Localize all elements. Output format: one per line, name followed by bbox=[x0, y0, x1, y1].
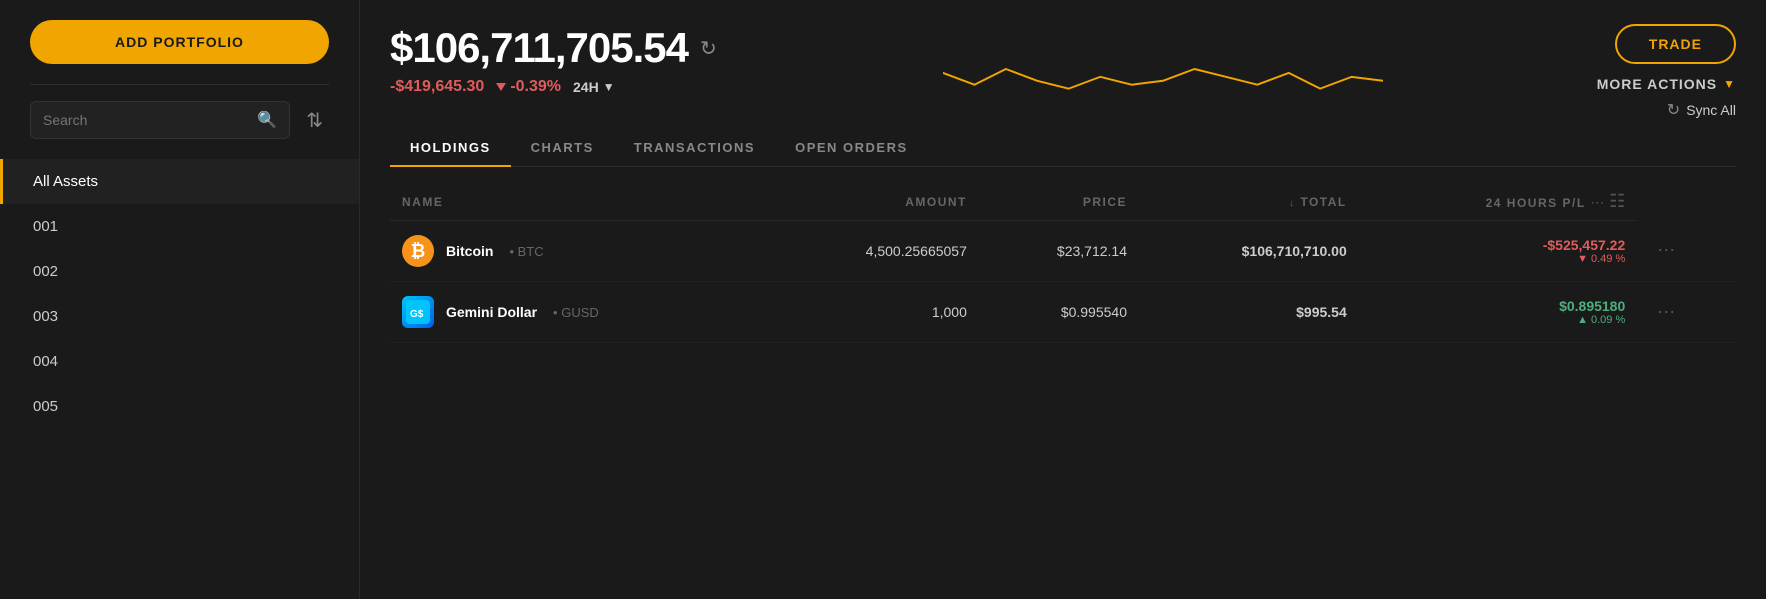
holdings-table: NAME AMOUNT PRICE ↓ TOTAL 24 HOURS P/L ⋯… bbox=[390, 183, 1736, 343]
trade-button[interactable]: TRADE bbox=[1615, 24, 1736, 64]
sidebar-divider bbox=[30, 84, 329, 85]
header-row: $106,711,705.54 ↻ -$419,645.30 -0.39% 24… bbox=[390, 24, 1736, 120]
search-box: 🔍 bbox=[30, 101, 290, 139]
change-pct: -0.39% bbox=[496, 78, 561, 96]
asset-ticker: • GUSD bbox=[553, 305, 599, 320]
mini-chart bbox=[943, 24, 1383, 114]
pnl-amount: -$525,457.22 bbox=[1543, 237, 1626, 253]
sync-all-row[interactable]: ↻ Sync All bbox=[1667, 100, 1736, 120]
table-row: G$ Gemini Dollar • GUSD 1,000 $0.995540 … bbox=[390, 282, 1736, 343]
period-dropdown-icon: ▼ bbox=[603, 80, 615, 94]
tab-transactions[interactable]: TRANSACTIONS bbox=[614, 130, 775, 167]
refresh-icon[interactable]: ↻ bbox=[700, 36, 717, 61]
add-portfolio-button[interactable]: ADD PORTFOLIO bbox=[30, 20, 329, 64]
chart-svg bbox=[943, 24, 1383, 114]
more-actions-button[interactable]: MORE ACTIONS ▼ bbox=[1597, 76, 1736, 92]
tab-open-orders[interactable]: OPEN ORDERS bbox=[775, 130, 928, 167]
sidebar-item-all-assets[interactable]: All Assets bbox=[0, 159, 359, 204]
col-name: NAME bbox=[390, 183, 766, 221]
asset-total: $106,710,710.00 bbox=[1139, 221, 1359, 282]
sort-button[interactable]: ⇅ bbox=[300, 102, 329, 139]
row-actions-button[interactable]: ⋯ bbox=[1649, 236, 1683, 265]
col-price: PRICE bbox=[979, 183, 1139, 221]
asset-amount: 4,500.25665057 bbox=[766, 221, 979, 282]
asset-pnl: -$525,457.22 ▼ 0.49 % bbox=[1359, 221, 1638, 282]
more-actions-arrow-icon: ▼ bbox=[1723, 77, 1736, 91]
chart-area-container bbox=[730, 24, 1597, 114]
asset-pnl: $0.895180 ▲ 0.09 % bbox=[1359, 282, 1638, 343]
asset-price: $0.995540 bbox=[979, 282, 1139, 343]
col-actions-button[interactable]: ⋯ bbox=[1590, 194, 1604, 211]
pnl-pct: ▼ 0.49 % bbox=[1371, 253, 1626, 265]
tabs: HOLDINGS CHARTS TRANSACTIONS OPEN ORDERS bbox=[390, 130, 1736, 167]
pnl-amount: $0.895180 bbox=[1559, 298, 1625, 314]
tab-charts[interactable]: CHARTS bbox=[511, 130, 614, 167]
row-actions-cell: ⋯ bbox=[1637, 221, 1736, 282]
portfolio-change-row: -$419,645.30 -0.39% 24H ▼ bbox=[390, 78, 730, 96]
asset-amount: 1,000 bbox=[766, 282, 979, 343]
svg-text:G$: G$ bbox=[410, 309, 424, 320]
table-header-row: NAME AMOUNT PRICE ↓ TOTAL 24 HOURS P/L ⋯… bbox=[390, 183, 1736, 221]
change-amount: -$419,645.30 bbox=[390, 78, 484, 96]
btc-icon: ₿ bbox=[402, 235, 434, 267]
sidebar-item-001[interactable]: 001 bbox=[0, 204, 359, 249]
sidebar-item-002[interactable]: 002 bbox=[0, 249, 359, 294]
columns-toggle-button[interactable]: ☷ bbox=[1609, 191, 1625, 212]
portfolio-summary: $106,711,705.54 ↻ -$419,645.30 -0.39% 24… bbox=[390, 24, 730, 96]
pnl-pct: ▲ 0.09 % bbox=[1371, 314, 1626, 326]
sync-icon: ↻ bbox=[1667, 100, 1680, 120]
main-content: $106,711,705.54 ↻ -$419,645.30 -0.39% 24… bbox=[360, 0, 1766, 599]
top-actions: TRADE MORE ACTIONS ▼ ↻ Sync All bbox=[1597, 24, 1736, 120]
asset-name-cell: G$ Gemini Dollar • GUSD bbox=[390, 282, 766, 343]
asset-price: $23,712.14 bbox=[979, 221, 1139, 282]
gusd-icon: G$ bbox=[402, 296, 434, 328]
sidebar-item-005[interactable]: 005 bbox=[0, 384, 359, 429]
sidebar: ADD PORTFOLIO 🔍 ⇅ All Assets 001 002 003… bbox=[0, 0, 360, 599]
search-input[interactable] bbox=[43, 112, 249, 128]
search-icon: 🔍 bbox=[257, 110, 277, 130]
portfolio-value-row: $106,711,705.54 ↻ bbox=[390, 24, 730, 72]
down-arrow-icon bbox=[496, 83, 506, 91]
period-selector[interactable]: 24H ▼ bbox=[573, 79, 615, 95]
col-total: ↓ TOTAL bbox=[1139, 183, 1359, 221]
sidebar-item-003[interactable]: 003 bbox=[0, 294, 359, 339]
row-actions-cell: ⋯ bbox=[1637, 282, 1736, 343]
search-row: 🔍 ⇅ bbox=[30, 101, 329, 139]
col-pnl: 24 HOURS P/L ⋯ ☷ bbox=[1359, 183, 1638, 221]
asset-ticker: • BTC bbox=[509, 244, 543, 259]
tab-holdings[interactable]: HOLDINGS bbox=[390, 130, 511, 167]
row-actions-button[interactable]: ⋯ bbox=[1649, 298, 1683, 327]
col-amount: AMOUNT bbox=[766, 183, 979, 221]
asset-total: $995.54 bbox=[1139, 282, 1359, 343]
asset-name: Bitcoin bbox=[446, 243, 493, 259]
nav-list: All Assets 001 002 003 004 005 bbox=[0, 159, 359, 429]
asset-name-cell: ₿ Bitcoin • BTC bbox=[390, 221, 766, 282]
asset-name: Gemini Dollar bbox=[446, 304, 537, 320]
sidebar-item-004[interactable]: 004 bbox=[0, 339, 359, 384]
table-row: ₿ Bitcoin • BTC 4,500.25665057 $23,712.1… bbox=[390, 221, 1736, 282]
portfolio-value: $106,711,705.54 bbox=[390, 24, 688, 72]
